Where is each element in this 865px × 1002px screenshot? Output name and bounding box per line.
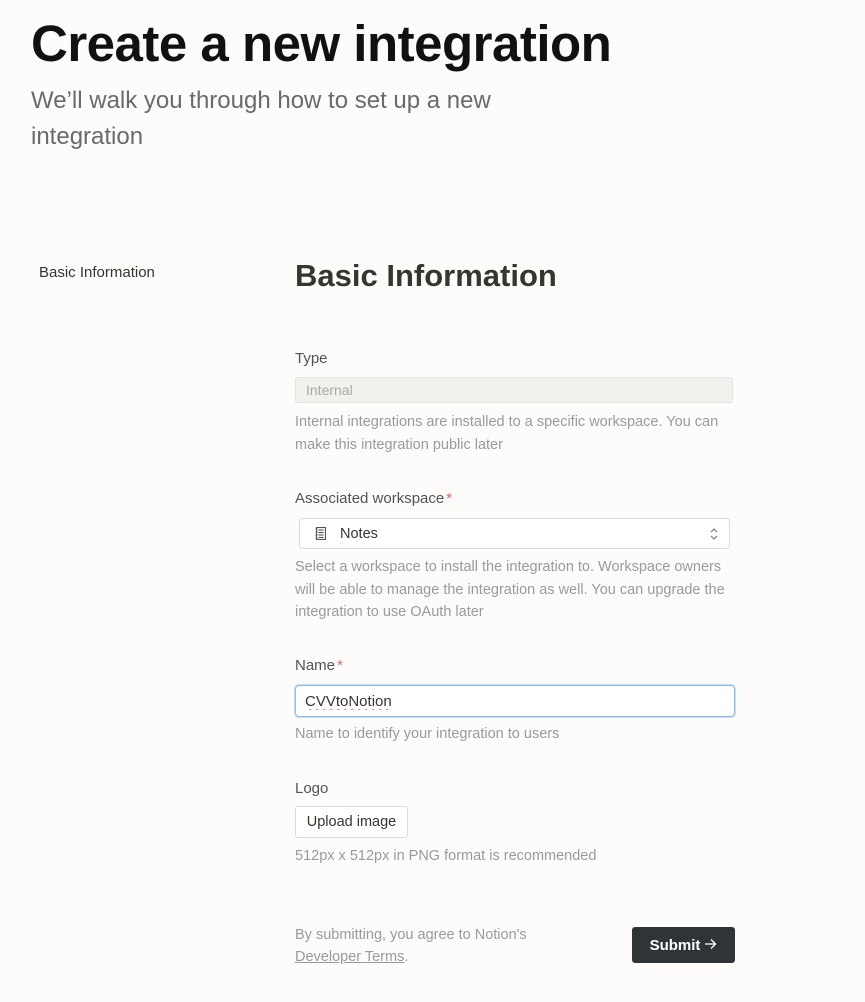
workspace-select-value: Notes [340, 525, 378, 542]
type-label: Type [295, 350, 328, 367]
required-mark: * [446, 490, 453, 507]
developer-terms-link[interactable]: Developer Terms [295, 949, 404, 965]
sidebar-item-basic-information[interactable]: Basic Information [39, 264, 155, 281]
workspace-label: Associated workspace * [295, 490, 452, 507]
terms-text: By submitting, you agree to Notion's Deve… [295, 924, 565, 968]
page-title: Create a new integration [31, 15, 612, 72]
terms-suffix: . [404, 949, 409, 965]
upload-image-button[interactable]: Upload image [295, 806, 408, 838]
page-subtitle: We’ll walk you through how to set up a n… [31, 87, 491, 150]
required-mark: * [337, 657, 343, 674]
type-value: Internal [306, 382, 353, 398]
name-label-text: Name [295, 657, 336, 674]
name-input[interactable] [295, 685, 735, 717]
notebook-icon [314, 527, 328, 541]
workspace-select[interactable]: Notes [299, 518, 730, 549]
type-help: Internal integrations are installed to a… [295, 414, 719, 453]
name-help: Name to identify your integration to use… [295, 726, 560, 742]
submit-label: Submit [649, 936, 701, 954]
section-title: Basic Information [295, 258, 557, 293]
terms-prefix: By submitting, you agree to Notion's [295, 927, 527, 943]
chevron-up-down-icon [709, 527, 719, 541]
workspace-label-text: Associated workspace [295, 490, 445, 507]
logo-help: 512px x 512px in PNG format is recommend… [295, 848, 597, 864]
arrow-right-icon [704, 937, 717, 954]
type-field: Internal [295, 377, 733, 403]
submit-button[interactable]: Submit [632, 927, 735, 963]
workspace-help: Select a workspace to install the integr… [295, 559, 725, 620]
name-label: Name * [295, 657, 343, 674]
logo-label: Logo [295, 780, 329, 797]
